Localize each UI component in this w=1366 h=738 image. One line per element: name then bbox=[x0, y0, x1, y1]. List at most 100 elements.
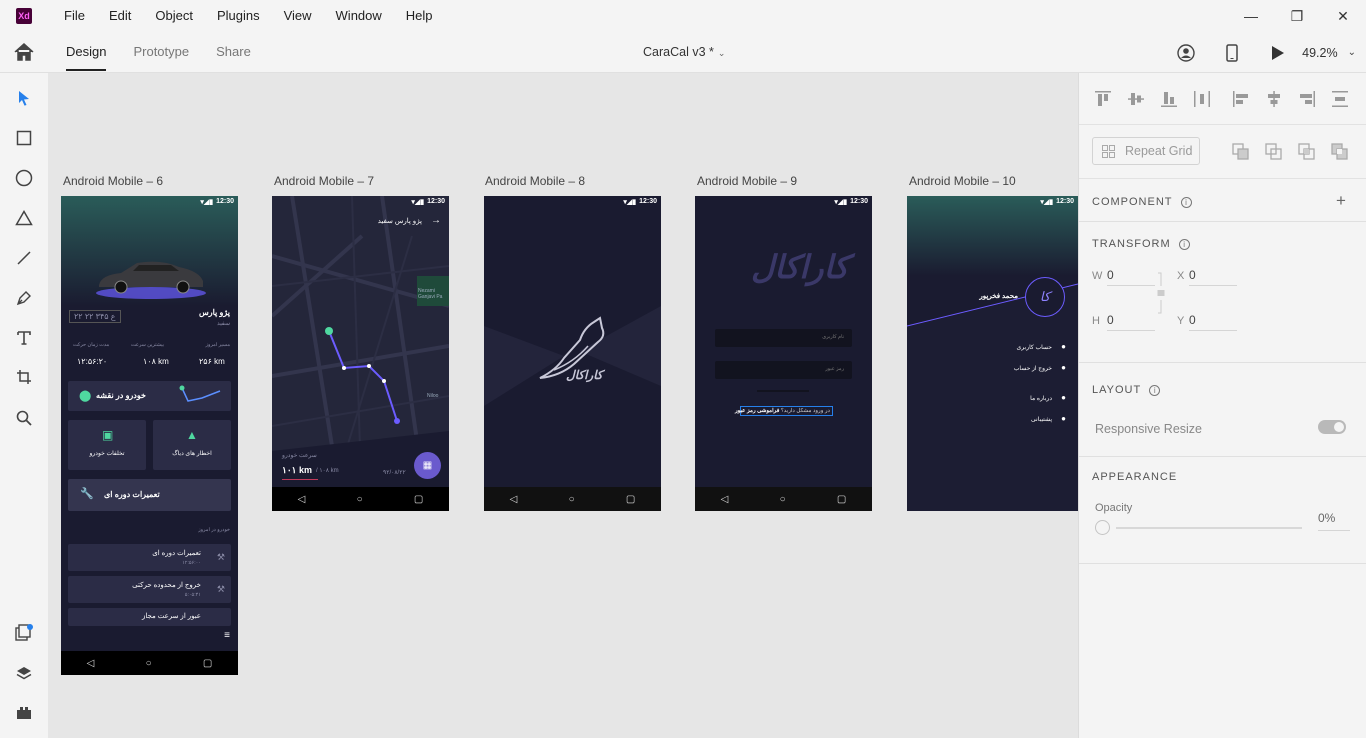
x-field[interactable]: 0 bbox=[1189, 268, 1237, 286]
align-bottom-icon[interactable] bbox=[1160, 90, 1178, 108]
add-component-button[interactable]: + bbox=[1336, 191, 1346, 211]
drawer-item-logout[interactable]: خروج از حساب ● bbox=[958, 363, 1078, 375]
height-field[interactable]: 0 bbox=[1107, 313, 1155, 331]
artboard-label[interactable]: Android Mobile – 6 bbox=[63, 174, 163, 188]
assets-icon[interactable] bbox=[14, 623, 34, 643]
layers-icon[interactable] bbox=[14, 663, 34, 683]
service-card[interactable]: 🔧 تعمیرات دوره ای bbox=[68, 479, 231, 511]
menu-plugins[interactable]: Plugins bbox=[205, 0, 272, 32]
recent-apps-icon[interactable]: ▢ bbox=[626, 494, 635, 505]
back-icon[interactable]: ◁ bbox=[298, 494, 306, 505]
drawer-item-support[interactable]: پشتیبانی ● bbox=[958, 414, 1078, 426]
password-field[interactable]: رمز عبور bbox=[715, 361, 852, 379]
home-circle-icon[interactable]: ○ bbox=[780, 494, 786, 505]
play-preview-icon[interactable] bbox=[1268, 43, 1288, 63]
menu-object[interactable]: Object bbox=[143, 0, 205, 32]
home-icon[interactable] bbox=[13, 42, 35, 62]
list-item[interactable]: خروج از محدوده حرکتی ۵:۰۵:۴۱ ⚒ bbox=[68, 576, 231, 603]
drawer-item-about[interactable]: درباره ما ● bbox=[958, 393, 1078, 405]
distribute-horizontal-icon[interactable] bbox=[1193, 90, 1211, 108]
opacity-slider-track[interactable] bbox=[1116, 527, 1302, 529]
menu-help[interactable]: Help bbox=[394, 0, 445, 32]
map-card[interactable]: ⬤ خودرو در نقشه bbox=[68, 381, 231, 411]
artboard-label[interactable]: Android Mobile – 7 bbox=[274, 174, 374, 188]
home-circle-icon[interactable]: ○ bbox=[357, 494, 363, 505]
artboard-label[interactable]: Android Mobile – 10 bbox=[909, 174, 1016, 188]
width-field[interactable]: 0 bbox=[1107, 268, 1155, 286]
artboard-android-mobile-8[interactable]: کاراکال ▾◢▮ 12:30 ◁ ○ ▢ bbox=[484, 196, 661, 511]
info-icon[interactable]: i bbox=[1149, 384, 1161, 396]
menu-file[interactable]: File bbox=[52, 0, 97, 32]
opacity-field[interactable]: 0% bbox=[1318, 511, 1350, 531]
artboard-label[interactable]: Android Mobile – 8 bbox=[485, 174, 585, 188]
tab-share[interactable]: Share bbox=[216, 32, 251, 73]
rectangle-tool-icon[interactable] bbox=[14, 128, 34, 148]
zoom-level[interactable]: 49.2% bbox=[1302, 46, 1337, 60]
diag-warnings-tile[interactable]: ▲ اخطار های دیاگ bbox=[153, 420, 231, 470]
drawer-item-account[interactable]: حساب کاربری ● bbox=[958, 342, 1078, 354]
align-right-icon[interactable] bbox=[1298, 90, 1316, 108]
home-circle-icon[interactable]: ○ bbox=[146, 658, 152, 669]
menu-edit[interactable]: Edit bbox=[97, 0, 143, 32]
back-icon[interactable]: ◁ bbox=[87, 658, 95, 669]
design-canvas[interactable]: Android Mobile – 6 ▾◢▮ 12:30 پژو پارس سف… bbox=[48, 73, 1078, 738]
align-center-icon[interactable] bbox=[1265, 90, 1283, 108]
close-button[interactable]: ✕ bbox=[1320, 0, 1366, 32]
minimize-button[interactable]: — bbox=[1228, 0, 1274, 32]
info-icon[interactable]: i bbox=[1178, 238, 1190, 250]
boolean-subtract-icon[interactable] bbox=[1265, 143, 1283, 161]
ellipse-tool-icon[interactable] bbox=[14, 168, 34, 188]
info-icon[interactable]: i bbox=[1180, 196, 1192, 208]
document-title[interactable]: CaraCal v3 * ⌄ bbox=[643, 32, 725, 73]
responsive-resize-toggle[interactable] bbox=[1318, 420, 1346, 434]
polygon-tool-icon[interactable] bbox=[14, 208, 34, 228]
recent-apps-icon[interactable]: ▢ bbox=[203, 658, 212, 669]
text-tool-icon[interactable] bbox=[14, 328, 34, 348]
align-top-icon[interactable] bbox=[1094, 90, 1112, 108]
select-tool-icon[interactable] bbox=[14, 88, 34, 108]
calendar-fab-icon[interactable]: ▦ bbox=[414, 452, 441, 479]
boolean-intersect-icon[interactable] bbox=[1298, 143, 1316, 161]
plugins-icon[interactable] bbox=[14, 703, 34, 723]
menu-window[interactable]: Window bbox=[324, 0, 394, 32]
arrow-right-icon[interactable]: → bbox=[431, 215, 441, 226]
boolean-exclude-icon[interactable] bbox=[1331, 143, 1349, 161]
login-help-text[interactable]: در ورود مشکل دارید؟ فراموشی رمز عبور bbox=[735, 406, 833, 416]
recent-apps-icon[interactable]: ▢ bbox=[837, 494, 846, 505]
back-icon[interactable]: ◁ bbox=[721, 494, 729, 505]
menu-view[interactable]: View bbox=[272, 0, 324, 32]
username-field[interactable]: نام کاربری bbox=[715, 329, 852, 347]
forgot-password-link[interactable]: فراموشی رمز عبور bbox=[735, 408, 779, 414]
maximize-button[interactable]: ❐ bbox=[1274, 0, 1320, 32]
distribute-vertical-icon[interactable] bbox=[1331, 90, 1349, 108]
lock-aspect-icon[interactable] bbox=[1157, 272, 1165, 314]
y-field[interactable]: 0 bbox=[1189, 313, 1237, 331]
line-tool-icon[interactable] bbox=[14, 248, 34, 268]
opacity-slider-handle[interactable] bbox=[1095, 520, 1110, 535]
home-circle-icon[interactable]: ○ bbox=[569, 494, 575, 505]
tab-prototype[interactable]: Prototype bbox=[133, 32, 189, 73]
list-item[interactable]: تعمیرات دوره ای ۱۲:۵۶:۰۰ ⚒ bbox=[68, 544, 231, 571]
pen-tool-icon[interactable] bbox=[14, 288, 34, 308]
tab-design[interactable]: Design bbox=[66, 32, 107, 73]
user-share-icon[interactable] bbox=[1176, 43, 1196, 63]
list-item[interactable]: عبور از سرعت مجاز bbox=[68, 608, 231, 626]
violations-tile[interactable]: ▣ تخلفات خودرو bbox=[68, 420, 146, 470]
artboard-android-mobile-9[interactable]: ▾◢▮ 12:30 کاراکال نام کاربری رمز عبور در… bbox=[695, 196, 872, 511]
artboard-android-mobile-10[interactable]: ▾◢▮ 12:30 کا محمد فخرپور حساب کاربری ● خ… bbox=[907, 196, 1078, 511]
artboard-android-mobile-6[interactable]: ▾◢▮ 12:30 پژو پارس سفید ۲۲ ع ۳۴۵ ۲۲ مسیر… bbox=[61, 196, 238, 675]
zoom-chevron-icon[interactable]: ⌄ bbox=[1348, 47, 1356, 58]
repeat-grid-button[interactable]: Repeat Grid bbox=[1092, 137, 1200, 165]
avatar[interactable]: کا bbox=[1025, 277, 1065, 317]
zoom-tool-icon[interactable] bbox=[14, 408, 34, 428]
align-left-icon[interactable] bbox=[1232, 90, 1250, 108]
back-icon[interactable]: ◁ bbox=[510, 494, 518, 505]
hamburger-menu-icon[interactable]: ≡ bbox=[224, 630, 230, 641]
device-preview-icon[interactable] bbox=[1222, 43, 1242, 63]
boolean-add-icon[interactable] bbox=[1232, 143, 1250, 161]
align-middle-icon[interactable] bbox=[1127, 90, 1145, 108]
artboard-tool-icon[interactable] bbox=[14, 367, 34, 387]
artboard-label[interactable]: Android Mobile – 9 bbox=[697, 174, 797, 188]
artboard-android-mobile-7[interactable]: Nezami Ganjavi Pa Niloo ▾◢▮ 12:30 → پژو … bbox=[272, 196, 449, 511]
recent-apps-icon[interactable]: ▢ bbox=[414, 494, 423, 505]
